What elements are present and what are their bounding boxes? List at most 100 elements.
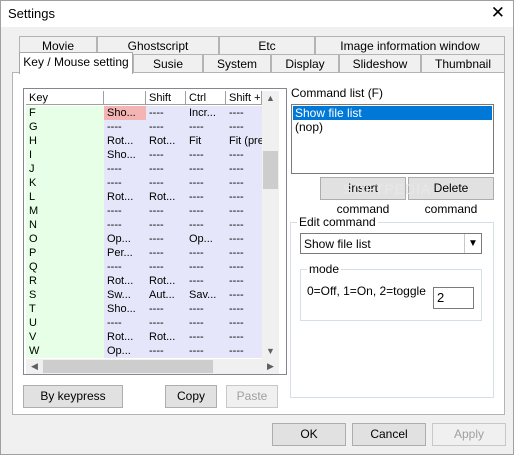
key-cell[interactable]: Q [26,260,104,274]
command-cell[interactable]: ---- [104,176,146,190]
command-cell[interactable]: ---- [226,330,262,344]
command-cell[interactable]: ---- [186,162,226,176]
command-cell[interactable]: Aut... [146,288,186,302]
command-cell[interactable]: ---- [186,302,226,316]
command-cell[interactable]: Rot... [104,330,146,344]
command-cell[interactable]: Rot... [146,330,186,344]
command-cell[interactable]: Rot... [146,274,186,288]
key-cell[interactable]: K [26,176,104,190]
scroll-left-icon[interactable]: ◀ [26,359,43,374]
table-row[interactable]: S Sw... Aut... Sav... ---- [26,288,262,302]
command-cell[interactable]: ---- [226,260,262,274]
table-row[interactable]: Q ---- ---- ---- ---- [26,260,262,274]
command-cell[interactable]: Sho... [104,148,146,162]
key-cell[interactable]: I [26,148,104,162]
key-cell[interactable]: L [26,190,104,204]
key-cell[interactable]: O [26,232,104,246]
key-cell[interactable]: T [26,302,104,316]
command-cell[interactable]: ---- [146,106,186,120]
column-header-normal[interactable] [104,91,146,105]
command-cell[interactable]: ---- [186,190,226,204]
command-cell[interactable]: Incr... [186,106,226,120]
scroll-down-icon[interactable]: ▼ [262,344,279,359]
table-row[interactable]: T Sho... ---- ---- ---- [26,302,262,316]
command-cell[interactable]: ---- [146,260,186,274]
key-assignment-grid[interactable]: Key Shift Ctrl Shift + F Sho... ---- Incr..… [23,88,287,375]
table-row[interactable]: I Sho... ---- ---- ---- [26,148,262,162]
command-cell[interactable]: ---- [226,232,262,246]
tab-etc[interactable]: Etc [219,36,315,56]
command-cell[interactable]: ---- [146,120,186,134]
command-cell[interactable]: ---- [186,120,226,134]
command-cell[interactable]: Per... [104,246,146,260]
command-list-item[interactable]: Show file list [293,106,492,120]
command-cell[interactable]: ---- [186,260,226,274]
key-cell[interactable]: J [26,162,104,176]
command-cell[interactable]: ---- [186,218,226,232]
column-header-key[interactable]: Key [26,91,104,105]
command-cell[interactable]: Rot... [104,190,146,204]
key-cell[interactable]: R [26,274,104,288]
command-cell[interactable]: Sho... [104,106,146,120]
command-cell[interactable]: ---- [146,162,186,176]
command-cell[interactable]: Op... [186,232,226,246]
command-cell[interactable]: ---- [104,162,146,176]
command-list-item[interactable]: (nop) [293,120,492,134]
command-cell[interactable]: ---- [104,260,146,274]
command-cell[interactable]: ---- [226,204,262,218]
key-cell[interactable]: V [26,330,104,344]
table-row[interactable]: H Rot... Rot... Fit Fit (pre [26,134,262,148]
table-row[interactable]: V Rot... Rot... ---- ---- [26,330,262,344]
command-cell[interactable]: ---- [146,316,186,330]
key-cell[interactable]: N [26,218,104,232]
command-cell[interactable]: ---- [226,106,262,120]
scroll-right-icon[interactable]: ▶ [262,359,279,374]
table-row[interactable]: M ---- ---- ---- ---- [26,204,262,218]
command-cell[interactable]: ---- [226,218,262,232]
by-keypress-button[interactable]: By keypress [23,385,123,408]
scroll-up-icon[interactable]: ▲ [262,91,279,106]
command-cell[interactable]: ---- [146,218,186,232]
command-cell[interactable]: Rot... [146,190,186,204]
table-row[interactable]: G ---- ---- ---- ---- [26,120,262,134]
grid-horizontal-scrollbar[interactable]: ◀ ▶ [26,359,279,374]
key-cell[interactable]: G [26,120,104,134]
column-header-shift-ctrl[interactable]: Shift + [226,91,262,105]
command-cell[interactable]: ---- [146,176,186,190]
command-cell[interactable]: Sho... [104,302,146,316]
table-row[interactable]: P Per... ---- ---- ---- [26,246,262,260]
command-cell[interactable]: ---- [226,162,262,176]
command-cell[interactable]: ---- [146,204,186,218]
command-cell[interactable]: Rot... [104,134,146,148]
key-cell[interactable]: U [26,316,104,330]
command-cell[interactable]: ---- [226,316,262,330]
command-cell[interactable]: ---- [186,316,226,330]
command-list[interactable]: Show file list (nop) [291,104,494,174]
command-cell[interactable]: ---- [186,274,226,288]
ok-button[interactable]: OK [272,423,346,446]
command-cell[interactable]: ---- [186,176,226,190]
tab-key-mouse-setting[interactable]: Key / Mouse setting [19,52,133,74]
key-cell[interactable]: M [26,204,104,218]
command-cell[interactable]: ---- [226,274,262,288]
table-row[interactable]: L Rot... Rot... ---- ---- [26,190,262,204]
command-cell[interactable]: ---- [226,190,262,204]
tab-image-information-window[interactable]: Image information window [315,36,505,56]
command-cell[interactable]: ---- [226,344,262,358]
table-row[interactable]: O Op... ---- Op... ---- [26,232,262,246]
command-cell[interactable]: ---- [104,316,146,330]
table-row[interactable]: F Sho... ---- Incr... ---- [26,106,262,120]
command-cell[interactable]: ---- [104,218,146,232]
command-cell[interactable]: ---- [186,246,226,260]
command-cell[interactable]: Fit (pre [226,134,262,148]
command-cell[interactable]: ---- [226,120,262,134]
mode-value-input[interactable]: 2 [433,287,474,309]
key-cell[interactable]: P [26,246,104,260]
command-cell[interactable]: Sav... [186,288,226,302]
command-cell[interactable]: ---- [226,302,262,316]
command-cell[interactable]: ---- [146,148,186,162]
command-cell[interactable]: ---- [226,288,262,302]
table-row[interactable]: N ---- ---- ---- ---- [26,218,262,232]
command-cell[interactable]: ---- [186,344,226,358]
command-cell[interactable]: ---- [226,246,262,260]
